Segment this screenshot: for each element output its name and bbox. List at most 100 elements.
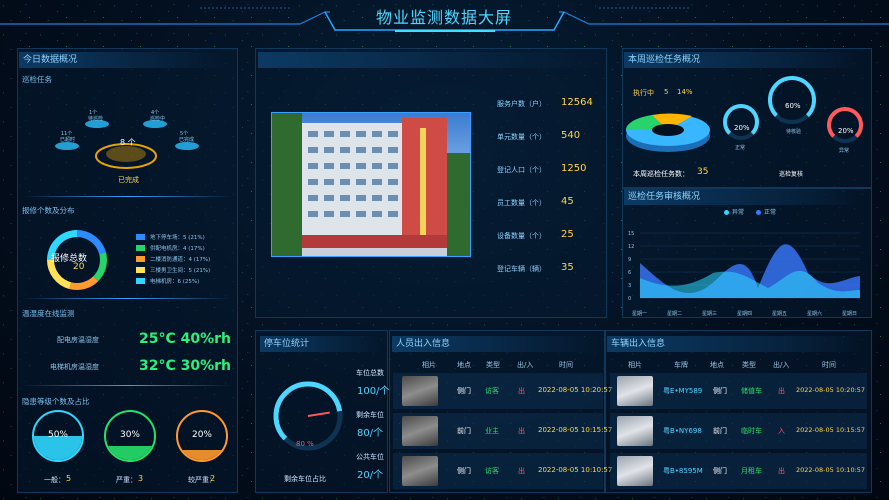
node-progress-label: 巡检中	[150, 116, 166, 122]
review-xtick: 星期六	[807, 310, 822, 317]
review-xtick: 星期三	[702, 311, 717, 317]
property-stat-label: 登记人口（个）	[497, 166, 546, 174]
in-progress-label: 执行中	[633, 89, 654, 97]
parking-stat-label: 剩余车位	[356, 411, 384, 419]
review-ytick: 0	[628, 296, 631, 302]
people-place: 侧门	[457, 387, 471, 395]
inspection-task-label: 巡检任务	[22, 75, 52, 84]
property-stat-label: 员工数量（个）	[497, 199, 546, 207]
repair-legend-item: 地下停车场：5 (21%)	[150, 235, 205, 241]
review-ytick: 3	[628, 283, 631, 289]
people-table-header: 地点	[457, 361, 471, 369]
vehicle-dir: 入	[778, 427, 785, 435]
parking-stat-value: 100/个	[357, 386, 390, 397]
vehicles-table-header: 车牌	[674, 361, 688, 369]
repair-title: 报修个数及分布	[22, 206, 75, 215]
divider	[22, 385, 232, 386]
center-count: 8 个	[120, 138, 136, 147]
divider	[22, 298, 232, 299]
person-photo	[402, 416, 438, 446]
hazard-gauge-pct: 50%	[47, 430, 68, 440]
people-table-header: 出/入	[517, 361, 534, 369]
repair-legend-swatch	[136, 278, 145, 284]
hazard-gauge: 20%	[176, 410, 228, 462]
weekly-gauge-label: 异常	[839, 148, 850, 154]
repair-legend-item: 三楼男卫生间：5 (21%)	[150, 268, 211, 274]
repair-legend-swatch	[136, 256, 145, 262]
vehicle-photo	[617, 416, 653, 446]
repair-legend-swatch	[136, 267, 145, 273]
people-type: 访客	[485, 467, 499, 475]
property-stat-label: 登记车辆（辆）	[497, 265, 546, 273]
vehicles-table-header: 时间	[822, 361, 836, 369]
review-xtick: 星期一	[632, 311, 647, 317]
property-stat-value: 540	[561, 130, 581, 141]
property-stat-value: 1250	[561, 163, 587, 174]
people-table-header: 时间	[559, 361, 573, 369]
hazard-count: 3	[138, 474, 144, 483]
vehicle-plate: 粤E•MY589	[663, 387, 703, 395]
repair-total-value: 20	[73, 262, 85, 272]
review-ytick: 6	[628, 270, 631, 276]
center-label: 已完成	[118, 176, 139, 184]
property-stat-value: 12564	[561, 97, 593, 108]
temp-row-2-label: 电梯机房温湿度	[50, 363, 99, 371]
people-dir: 出	[518, 387, 525, 395]
person-photo	[402, 456, 438, 486]
people-type: 业主	[485, 427, 499, 435]
temp-row-1-label: 配电房温湿度	[57, 336, 99, 344]
hazard-gauge: 30%	[104, 410, 156, 462]
parking-stat-value: 20/个	[357, 470, 384, 481]
repair-legend-swatch	[136, 234, 145, 240]
property-stat-value: 25	[561, 229, 574, 240]
parking-stat-label: 车位总数	[356, 369, 384, 377]
page-title: 物业监测数据大屏	[375, 8, 512, 27]
property-stat-label: 设备数量（个）	[497, 232, 546, 240]
people-panel-title: 人员出入信息	[392, 336, 602, 352]
vehicle-time: 2022-08-05 10:15:57	[796, 426, 866, 434]
weekly-gauge	[768, 76, 816, 124]
vehicle-place: 前门	[713, 427, 727, 435]
vehicle-time: 2022-08-05 10:10:57	[796, 466, 866, 474]
people-place: 前门	[457, 427, 471, 435]
hazard-count: 2	[210, 474, 216, 483]
review-xtick: 星期五	[772, 311, 787, 317]
review-legend-dot	[724, 210, 729, 215]
hazard-title: 隐患等级个数及占比	[22, 397, 90, 406]
weekly-panel-title: 本周巡检任务概况	[624, 52, 864, 68]
review-panel-title: 巡检任务审核概况	[624, 189, 864, 205]
people-time: 2022-08-05 10:20:57	[538, 386, 613, 394]
weekly-gauge-pct: 20%	[838, 127, 854, 135]
vehicles-table-header: 出/入	[773, 361, 790, 369]
node-waiting-label: 待巡检	[88, 116, 104, 122]
vehicles-panel-title: 车辆出入信息	[607, 336, 867, 352]
property-stat-value: 35	[561, 262, 574, 273]
temp-row-2-value: 32°C 30%rh	[139, 358, 232, 374]
vehicle-type: 临时车	[741, 427, 762, 435]
parking-panel-title: 停车位统计	[260, 336, 384, 352]
temp-title: 温湿度在线监测	[22, 309, 75, 318]
vehicle-photo	[617, 456, 653, 486]
review-legend-label: 异常	[732, 209, 745, 216]
repair-legend-item: 电梯机房：6 (25%)	[150, 279, 200, 285]
people-time: 2022-08-05 10:15:57	[538, 426, 613, 434]
weekly-3d-pie	[625, 113, 710, 152]
hazard-gauge-pct: 20%	[191, 430, 212, 440]
hazard-gauge: 50%	[32, 410, 84, 462]
parking-gauge-label: 剩余车位占比	[284, 475, 326, 483]
vehicle-type: 月租车	[741, 467, 762, 475]
vehicles-table-header: 相片	[628, 361, 642, 369]
review-ytick: 12	[628, 244, 634, 250]
divider	[22, 196, 232, 197]
building-photo	[271, 112, 471, 257]
person-photo	[402, 376, 438, 406]
property-panel-title	[258, 52, 603, 68]
node-timeout-label: 已超时	[60, 137, 76, 143]
people-time: 2022-08-05 10:10:57	[538, 466, 613, 474]
repair-donut-slice	[93, 252, 107, 282]
temp-row-1-value: 25°C 40%rh	[139, 331, 232, 347]
vehicle-place: 侧门	[713, 467, 727, 475]
review-legend-label: 正常	[764, 209, 777, 216]
weekly-gauge-pct: 60%	[785, 102, 801, 110]
people-place: 侧门	[457, 467, 471, 475]
